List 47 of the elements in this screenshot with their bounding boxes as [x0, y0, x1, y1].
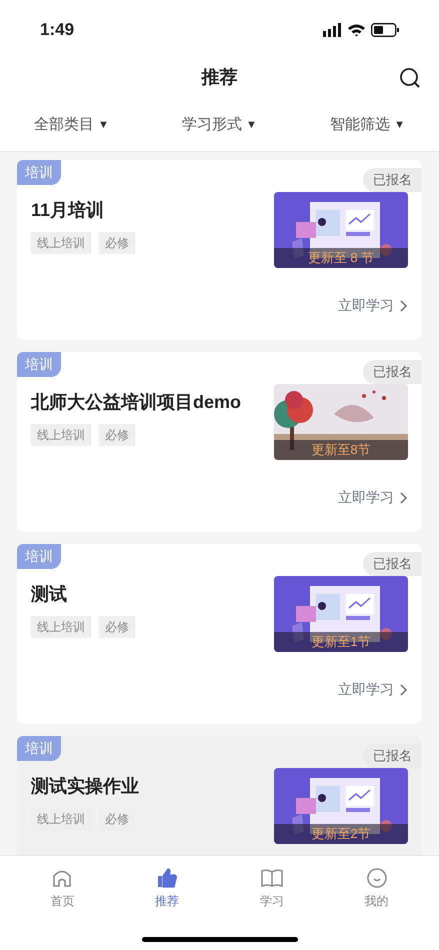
- chevron-right-icon: [400, 684, 408, 696]
- course-chip: 必修: [99, 232, 135, 254]
- tab-item[interactable]: 首页: [32, 866, 92, 910]
- enrolled-badge: 已报名: [363, 360, 422, 384]
- thumbs-up-icon: [155, 866, 180, 890]
- category-tag: 培训: [17, 160, 61, 185]
- filter-dropdown[interactable]: 学习形式 ▼: [182, 114, 257, 137]
- search-icon[interactable]: [399, 67, 421, 89]
- filter-dropdown[interactable]: 智能筛选 ▼: [330, 114, 405, 137]
- enrolled-badge: 已报名: [363, 552, 422, 576]
- course-card[interactable]: 培训 已报名 测试 线上培训 必修 更新至1节 立即学习: [17, 544, 422, 724]
- course-chip: 线上培训: [31, 424, 91, 446]
- chevron-right-icon: [400, 300, 408, 312]
- course-title: 11月培训: [31, 199, 106, 222]
- tab-item[interactable]: 推荐: [137, 866, 198, 910]
- course-chip: 必修: [99, 616, 135, 638]
- page-title: 推荐: [202, 66, 238, 89]
- course-title: 测试实操作业: [31, 775, 140, 798]
- enrolled-badge: 已报名: [363, 744, 422, 768]
- course-title: 测试: [31, 583, 68, 606]
- battery-icon: [371, 22, 399, 36]
- update-caption: 更新至 8 节: [274, 248, 408, 268]
- course-title: 北师大公益培训项目demo: [31, 391, 242, 414]
- tab-item[interactable]: 我的: [346, 866, 407, 910]
- smiley-icon: [364, 866, 389, 890]
- category-tag: 培训: [17, 544, 61, 569]
- tab-item[interactable]: 学习: [242, 866, 302, 910]
- study-now-link[interactable]: 立即学习: [338, 487, 408, 508]
- course-chip: 线上培训: [31, 232, 91, 254]
- wifi-icon: [348, 22, 365, 36]
- status-time: 1:49: [40, 18, 74, 41]
- study-now-link[interactable]: 立即学习: [338, 679, 408, 700]
- category-tag: 培训: [17, 352, 61, 377]
- course-card[interactable]: 培训 已报名 测试实操作业 线上培训 必修 更新至2节: [17, 736, 422, 855]
- signal-icon: [323, 22, 342, 36]
- course-chip: 线上培训: [31, 616, 91, 638]
- course-card[interactable]: 培训 已报名 北师大公益培训项目demo 线上培训 必修 更新至8节 立即学习: [17, 352, 422, 532]
- update-caption: 更新至8节: [274, 440, 408, 460]
- update-caption: 更新至1节: [274, 632, 408, 652]
- course-card[interactable]: 培训 已报名 11月培训 线上培训 必修 更新至 8 节 立即学习: [17, 160, 422, 340]
- update-caption: 更新至2节: [274, 824, 408, 844]
- course-chip: 必修: [99, 424, 135, 446]
- study-now-link[interactable]: 立即学习: [338, 295, 408, 316]
- chevron-right-icon: [400, 492, 408, 504]
- enrolled-badge: 已报名: [363, 168, 422, 192]
- filter-dropdown[interactable]: 全部类目 ▼: [34, 114, 109, 137]
- category-tag: 培训: [17, 736, 61, 761]
